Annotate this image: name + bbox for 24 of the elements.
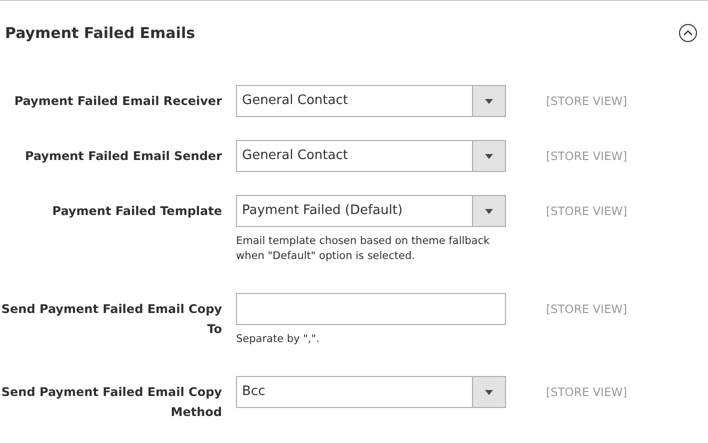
scope-label: [STORE VIEW]	[545, 148, 628, 165]
select-field[interactable]: Payment Failed (Default)	[236, 195, 506, 227]
collapse-button[interactable]	[679, 24, 697, 42]
field-label: Send Payment Failed Email Copy To	[0, 301, 222, 338]
dropdown-arrow-icon	[485, 98, 493, 104]
input-field[interactable]	[236, 293, 506, 325]
field-note: Separate by ",".	[236, 332, 320, 347]
dropdown-arrow-icon	[485, 154, 493, 158]
scope-label: [STORE VIEW]	[545, 203, 628, 220]
field-label: Payment Failed Email Receiver	[13, 93, 222, 110]
chevron-up-icon	[683, 30, 693, 36]
field-label: Send Payment Failed Email Copy Method	[0, 384, 222, 421]
scope-label: [STORE VIEW]	[545, 301, 628, 318]
dropdown-arrow-icon	[485, 390, 493, 394]
field-note: Email template chosen based on theme fallback when "Default" option is selected.	[236, 234, 491, 264]
scope-label: [STORE VIEW]	[545, 384, 628, 401]
section-title: Payment Failed Emails	[5, 24, 196, 42]
select-field[interactable]: General Contact	[236, 85, 506, 117]
select-field[interactable]: Bcc	[236, 376, 506, 408]
scope-label: [STORE VIEW]	[545, 93, 628, 110]
dropdown-arrow-icon	[485, 208, 493, 214]
field-label: Payment Failed Email Sender	[24, 148, 222, 165]
field-label: Payment Failed Template	[51, 203, 222, 220]
select-field[interactable]: General Contact	[236, 140, 506, 172]
